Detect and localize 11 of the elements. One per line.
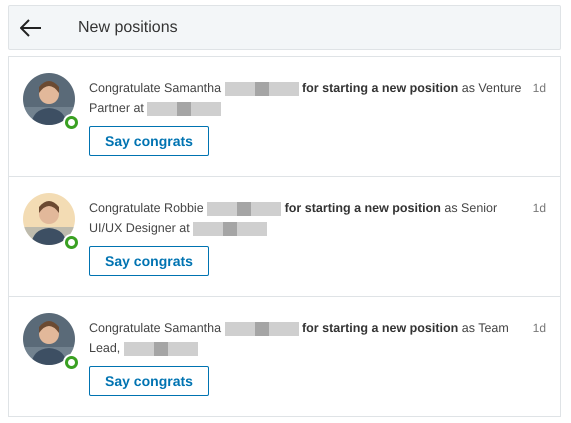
notification-text: Congratulate Samantha for starting a new position as Team Lead, [89,320,510,358]
say-congrats-button[interactable]: Say congrats [89,246,209,276]
notification-text: Congratulate Samantha for starting a new position as Venture Partner at [89,80,523,118]
notification-text: Congratulate Robbie for starting a new position as Senior UI/UX Designer at [89,200,498,238]
say-congrats-button[interactable]: Say congrats [89,126,209,156]
page-title: New positions [78,18,178,36]
back-arrow-icon[interactable] [20,18,42,36]
timestamp: 1d [532,81,546,95]
timestamp: 1d [532,201,546,215]
say-congrats-button[interactable]: Say congrats [89,366,209,396]
timestamp: 1d [532,321,546,335]
